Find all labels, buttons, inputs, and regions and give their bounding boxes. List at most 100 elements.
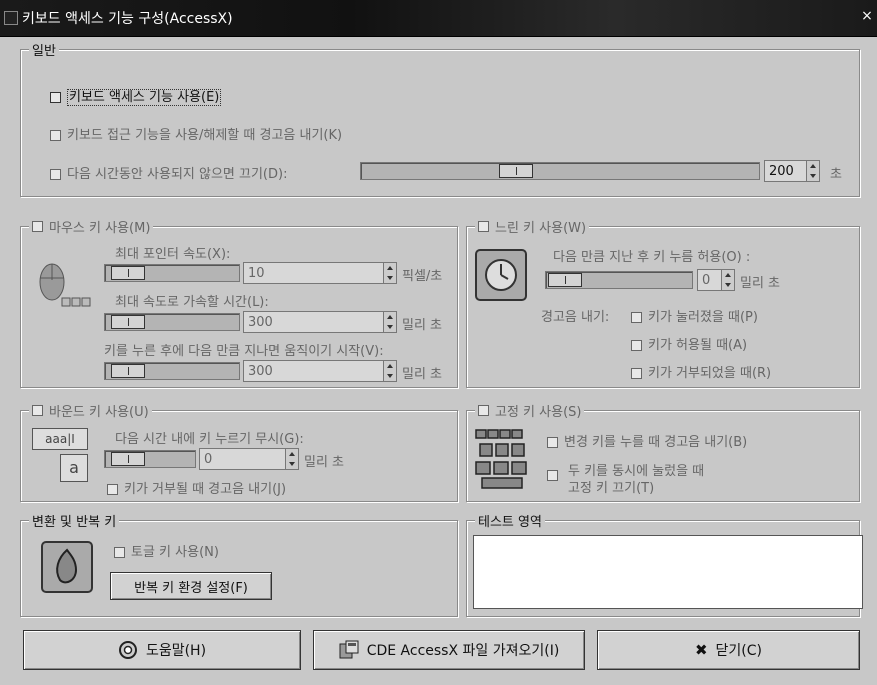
bounce-icon-text-top: aaa|I	[32, 428, 88, 450]
slow-accept-value: 0	[702, 273, 711, 288]
checkbox-box[interactable]	[547, 470, 558, 481]
timeout-unit: 초	[830, 167, 842, 182]
toggle-repeat-legend: 변환 및 반복 키	[29, 511, 120, 530]
beep-toggle-checkbox[interactable]: 키보드 접근 기능을 사용/해제할 때 경고음 내기(K)	[50, 124, 342, 143]
checkbox-box[interactable]	[107, 484, 118, 495]
slider-thumb[interactable]	[111, 364, 145, 378]
spin-arrows-icon[interactable]	[285, 449, 298, 469]
timeout-slider[interactable]	[360, 162, 760, 180]
sticky-modifier-checkbox[interactable]: 변경 키를 누를 때 경고음 내기(B)	[547, 431, 747, 450]
checkbox-box[interactable]	[114, 547, 125, 558]
slider-thumb[interactable]	[548, 273, 582, 287]
checkbox-box[interactable]	[631, 312, 642, 323]
slider-thumb[interactable]	[111, 315, 145, 329]
spin-arrows-icon[interactable]	[721, 270, 734, 290]
toggle-keys-label: 토글 키 사용(N)	[131, 545, 219, 560]
slow-rejected-checkbox[interactable]: 키가 거부되었을 때(R)	[631, 362, 771, 381]
close-button[interactable]: ✖ 닫기(C)	[597, 630, 860, 670]
sticky-twokeys-label-2: 고정 키 끄기(T)	[568, 481, 655, 496]
accel-unit: 밀리 초	[402, 318, 443, 333]
help-label: 도움말(H)	[145, 643, 207, 659]
slow-beep-label: 경고음 내기:	[541, 310, 610, 325]
checkbox-box[interactable]	[547, 437, 558, 448]
checkbox-box[interactable]	[32, 221, 43, 232]
timeout-spinbox[interactable]: 200	[764, 160, 820, 182]
mouse-icon	[32, 258, 96, 312]
sticky-modifier-label: 변경 키를 누를 때 경고음 내기(B)	[564, 435, 748, 450]
help-lifebuoy-icon	[118, 641, 137, 659]
window-title: 키보드 액세스 기능 구성(AccessX)	[22, 11, 233, 27]
checkbox-box[interactable]	[631, 368, 642, 379]
slow-keys-legend[interactable]: 느린 키 사용(W)	[475, 217, 590, 236]
slow-accept-unit: 밀리 초	[740, 276, 781, 291]
spin-arrows-icon[interactable]	[806, 161, 819, 181]
close-icon[interactable]: ×	[859, 8, 875, 24]
window-menu-icon[interactable]	[4, 11, 18, 25]
slow-accept-slider[interactable]	[545, 271, 693, 289]
checkbox-box[interactable]	[631, 340, 642, 351]
enable-accessx-label: 키보드 액세스 기능 사용(E)	[67, 89, 222, 106]
slow-keys-label: 느린 키 사용(W)	[495, 221, 587, 236]
max-speed-label: 최대 포인터 속도(X):	[115, 247, 231, 262]
bounce-ignore-spinbox[interactable]: 0	[199, 448, 299, 470]
slow-accept-spinbox[interactable]: 0	[697, 269, 735, 291]
checkbox-box[interactable]	[50, 130, 61, 141]
slow-rejected-label: 키가 거부되었을 때(R)	[648, 366, 772, 381]
accessx-dialog: 키보드 액세스 기능 구성(AccessX) × 일반 키보드 액세스 기능 사…	[0, 0, 877, 685]
test-area-legend: 테스트 영역	[475, 511, 545, 530]
sticky-keys-icon	[474, 428, 538, 492]
checkbox-box[interactable]	[478, 405, 489, 416]
slow-accepted-label: 키가 허용될 때(A)	[648, 338, 748, 353]
bounce-reject-checkbox[interactable]: 키가 거부될 때 경고음 내기(J)	[107, 478, 286, 497]
sticky-twokeys-checkbox[interactable]	[547, 468, 564, 483]
spin-arrows-icon[interactable]	[383, 361, 396, 381]
repeat-keys-icon	[40, 540, 94, 594]
slow-accepted-checkbox[interactable]: 키가 허용될 때(A)	[631, 334, 747, 353]
test-area-input[interactable]	[473, 535, 863, 609]
slider-thumb[interactable]	[111, 266, 145, 280]
timeout-checkbox[interactable]: 다음 시간동안 사용되지 않으면 끄기(D):	[50, 163, 287, 182]
enable-accessx-checkbox[interactable]: 키보드 액세스 기능 사용(E)	[50, 86, 222, 106]
delay-value: 300	[248, 364, 273, 379]
beep-toggle-label: 키보드 접근 기능을 사용/해제할 때 경고음 내기(K)	[67, 128, 343, 143]
bounce-keys-label: 바운드 키 사용(U)	[49, 405, 149, 420]
import-file-icon	[339, 640, 359, 659]
repeat-keys-button[interactable]: 반복 키 환경 설정(F)	[110, 572, 272, 600]
max-speed-spinbox[interactable]: 10	[243, 262, 397, 284]
slider-thumb[interactable]	[499, 164, 533, 178]
accel-spinbox[interactable]: 300	[243, 311, 397, 333]
checkbox-box[interactable]	[50, 92, 61, 103]
spin-arrows-icon[interactable]	[383, 312, 396, 332]
close-x-icon: ✖	[694, 641, 708, 659]
slider-thumb[interactable]	[111, 452, 145, 466]
timeout-value: 200	[769, 164, 794, 179]
delay-unit: 밀리 초	[402, 367, 443, 382]
delay-label: 키를 누른 후에 다음 만큼 지나면 움직이기 시작(V):	[104, 344, 384, 359]
title-bar[interactable]: 키보드 액세스 기능 구성(AccessX) ×	[0, 0, 877, 37]
sticky-keys-legend[interactable]: 고정 키 사용(S)	[475, 401, 585, 420]
bounce-ignore-slider[interactable]	[104, 450, 196, 468]
timeout-label: 다음 시간동안 사용되지 않으면 끄기(D):	[67, 167, 288, 182]
max-speed-unit: 픽셀/초	[402, 269, 443, 284]
slow-pressed-checkbox[interactable]: 키가 눌러졌을 때(P)	[631, 306, 758, 325]
help-button[interactable]: 도움말(H)	[23, 630, 301, 670]
bounce-ignore-value: 0	[204, 452, 213, 467]
slow-pressed-label: 키가 눌러졌을 때(P)	[648, 310, 758, 325]
import-cde-button[interactable]: CDE AccessX 파일 가져오기(I)	[313, 630, 585, 670]
bounce-keys-legend[interactable]: 바운드 키 사용(U)	[29, 401, 152, 420]
accel-value: 300	[248, 315, 273, 330]
spin-arrows-icon[interactable]	[383, 263, 396, 283]
mouse-keys-label: 마우스 키 사용(M)	[49, 221, 151, 236]
checkbox-box[interactable]	[478, 221, 489, 232]
mouse-keys-legend[interactable]: 마우스 키 사용(M)	[29, 217, 154, 236]
accel-slider[interactable]	[104, 313, 240, 331]
checkbox-box[interactable]	[50, 169, 61, 180]
max-speed-slider[interactable]	[104, 264, 240, 282]
delay-slider[interactable]	[104, 362, 240, 380]
delay-spinbox[interactable]: 300	[243, 360, 397, 382]
checkbox-box[interactable]	[32, 405, 43, 416]
sticky-keys-label: 고정 키 사용(S)	[495, 405, 582, 420]
bounce-keys-icon: aaa|I a	[32, 428, 90, 484]
bounce-ignore-unit: 밀리 초	[304, 455, 345, 470]
toggle-keys-checkbox[interactable]: 토글 키 사용(N)	[114, 541, 219, 560]
